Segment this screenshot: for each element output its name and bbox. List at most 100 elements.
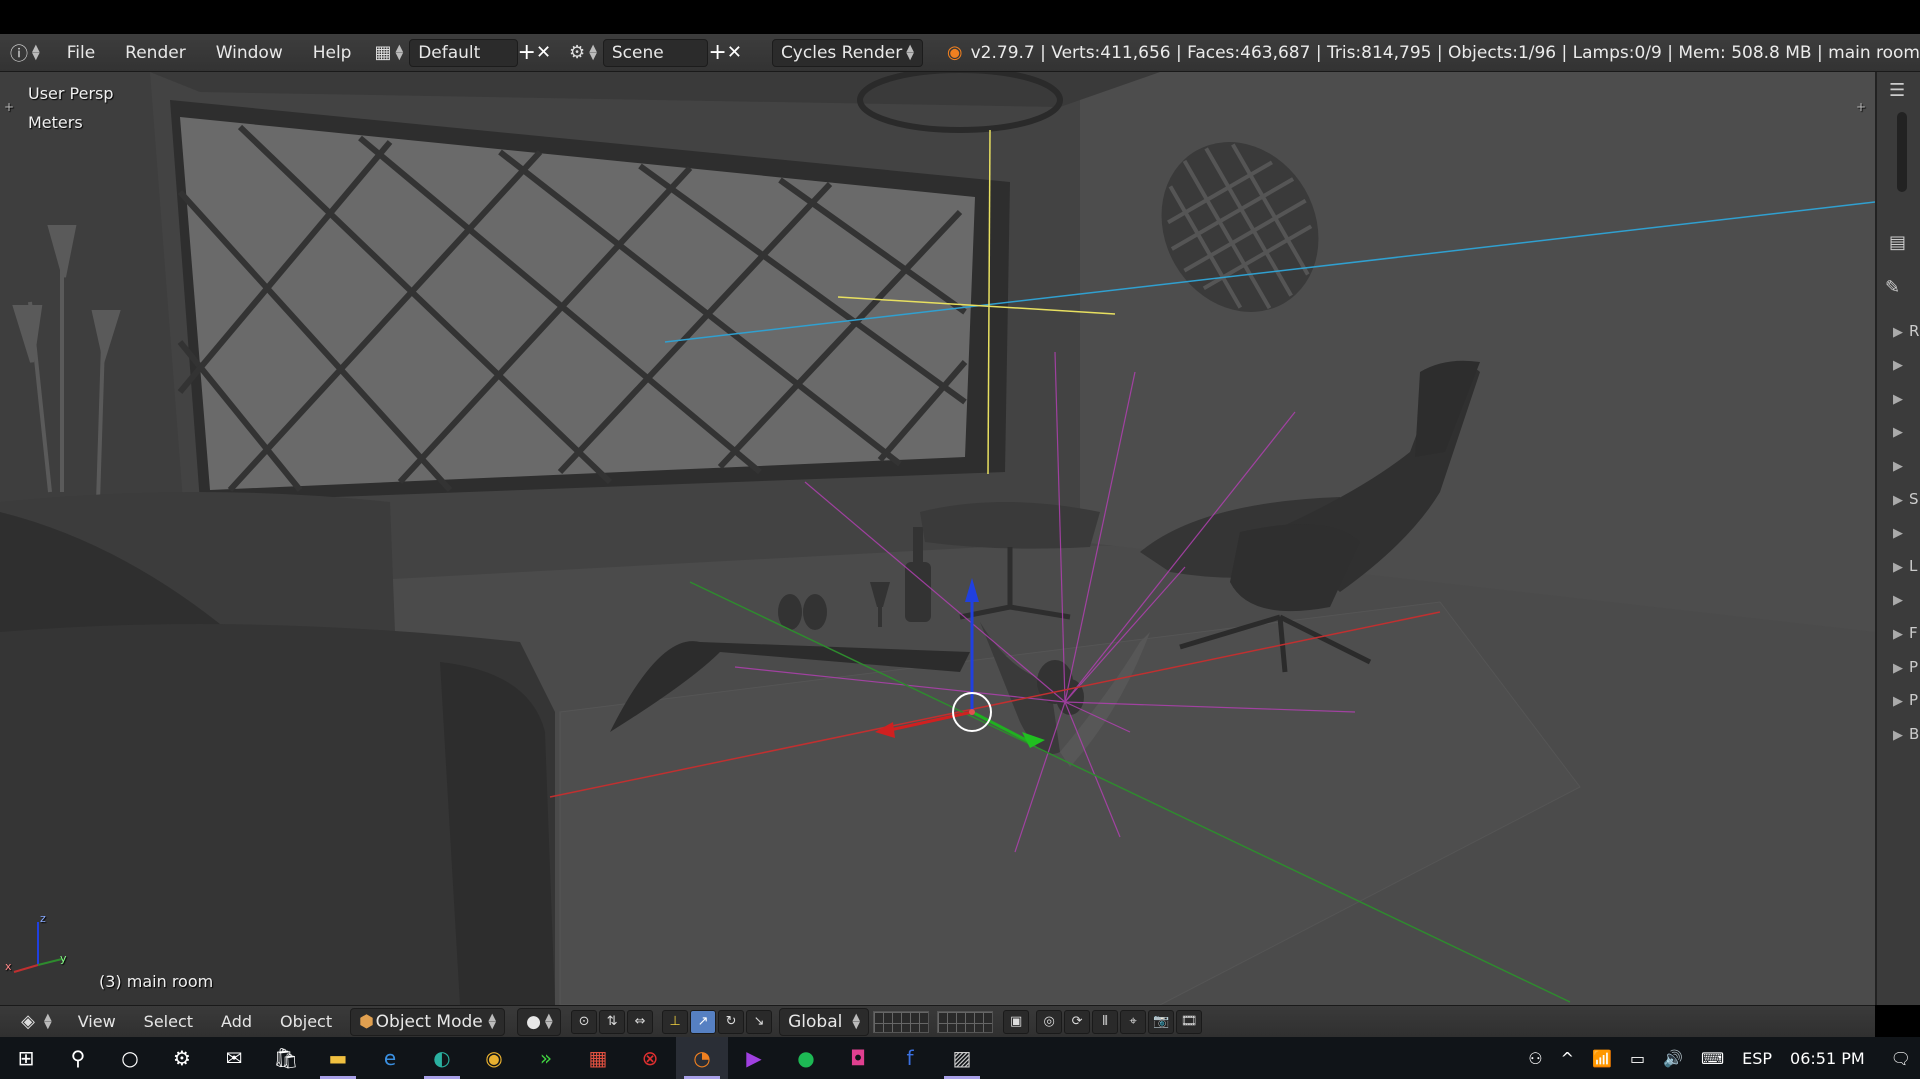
proportional-edit-icon[interactable]: ◎	[1036, 1009, 1063, 1034]
render-opengl-icon[interactable]: 📷	[1148, 1009, 1175, 1034]
pivot-arrows-icon[interactable]: ⇅	[599, 1009, 626, 1034]
app-grid-icon[interactable]: ▦	[572, 1037, 624, 1079]
volume-icon[interactable]: 🔊	[1654, 1049, 1692, 1068]
rotate-manipulator-icon[interactable]: ↻	[718, 1009, 745, 1034]
screen-layout-icon[interactable]: ▦	[374, 41, 391, 65]
snap-target-icon[interactable]: ⌖	[1120, 1009, 1147, 1034]
delete-scene-button[interactable]: ✕	[727, 40, 742, 66]
panel-row-11[interactable]: ▶ P	[1893, 658, 1918, 676]
blender-taskbar-icon[interactable]: ◔	[676, 1037, 728, 1079]
panel-row-4[interactable]: ▶	[1893, 422, 1909, 440]
photos-icon[interactable]: ▨	[936, 1037, 988, 1079]
settings-icon[interactable]: ⚙	[156, 1037, 208, 1079]
battery-icon[interactable]: ▭	[1621, 1049, 1654, 1068]
snap-element-icon[interactable]: ⫴	[1092, 1009, 1119, 1034]
panel-scrollbar[interactable]	[1897, 112, 1907, 192]
menu-window[interactable]: Window	[201, 43, 298, 63]
menu-file[interactable]: File	[52, 43, 110, 63]
transform-orientation-dropdown[interactable]: Global ▲ ▼	[779, 1007, 870, 1036]
translate-manipulator-icon[interactable]: ↗	[690, 1009, 717, 1034]
network-icon[interactable]: 📶	[1583, 1049, 1621, 1068]
interaction-mode-dropdown[interactable]: ⬢ Object Mode ▲ ▼	[350, 1007, 506, 1036]
panel-settings-icon[interactable]: ▤	[1889, 232, 1906, 253]
lock-layers-icon[interactable]: ▣	[1003, 1009, 1030, 1034]
panel-row-10[interactable]: ▶ F	[1893, 624, 1918, 642]
active-object-label: (3) main room	[99, 972, 214, 991]
instagram-icon[interactable]: ◘	[832, 1037, 884, 1079]
scene-dropdown[interactable]: Scene	[602, 38, 709, 67]
menu-help[interactable]: Help	[298, 43, 367, 63]
panel-row-13[interactable]: ▶ B	[1893, 725, 1919, 743]
app-purple-icon[interactable]: ▶	[728, 1037, 780, 1079]
delete-layout-button[interactable]: ✕	[536, 40, 551, 66]
panel-row-5[interactable]: ▶	[1893, 456, 1909, 474]
3d-viewport[interactable]: User Persp Meters (3) main room z y x + …	[0, 72, 1875, 1005]
panel-row-8[interactable]: ▶ L	[1893, 557, 1917, 575]
file-explorer-icon[interactable]: ▬	[312, 1037, 364, 1079]
menu-select[interactable]: Select	[130, 1012, 207, 1031]
language-indicator[interactable]: ESP	[1733, 1049, 1781, 1068]
add-layout-button[interactable]: +	[518, 40, 536, 66]
cortana-icon[interactable]: ○	[104, 1037, 156, 1079]
manipulator-axes-icon[interactable]: ⊥	[662, 1009, 689, 1034]
scene-layers-grid-2[interactable]	[937, 1010, 994, 1033]
axis-z-label: z	[40, 912, 46, 925]
spotify-icon[interactable]: ●	[780, 1037, 832, 1079]
mail-icon[interactable]: ✉	[208, 1037, 260, 1079]
store-icon[interactable]: 🛍	[260, 1037, 312, 1079]
menu-render[interactable]: Render	[110, 43, 201, 63]
editor-type-icon[interactable]: ◈	[16, 1010, 40, 1034]
orientation-arrows-icon: ▲ ▼	[852, 1011, 861, 1031]
viewport-shading-dropdown[interactable]: ● ▲ ▼	[517, 1007, 562, 1036]
screen-layout-dropdown[interactable]: Default	[409, 38, 518, 67]
search-icon[interactable]: ⚲	[52, 1037, 104, 1079]
snap-toggle-icon[interactable]: ⟳	[1064, 1009, 1091, 1034]
editor-type-arrows-icon[interactable]: ▲ ▼	[44, 1012, 52, 1030]
scene-arrows-icon[interactable]: ▲ ▼	[589, 43, 597, 61]
scene-icon[interactable]: ⚙	[569, 41, 585, 65]
panel-row-6[interactable]: ▶ S	[1893, 490, 1919, 508]
panel-row-2[interactable]: ▶	[1893, 355, 1909, 373]
toolshelf-toggle-icon[interactable]: +	[4, 100, 14, 114]
render-animation-icon[interactable]: 🎞	[1176, 1009, 1203, 1034]
render-engine-dropdown[interactable]: Cycles Render ▲ ▼	[771, 38, 923, 67]
start-menu-icon[interactable]: ⊞	[0, 1037, 52, 1079]
app-record-icon[interactable]: ⊗	[624, 1037, 676, 1079]
keyboard-icon[interactable]: ⌨	[1692, 1049, 1733, 1068]
editor-type-arrows-icon[interactable]: ▲ ▼	[32, 43, 40, 61]
windows-taskbar: ⊞ ⚲ ○ ⚙ ✉ 🛍 ▬ e ◐ ◉ » ▦ ⊗ ◔ ▶ ● ◘ f ▨ ⚇ …	[0, 1037, 1920, 1079]
clock[interactable]: 06:51 PM	[1781, 1049, 1874, 1068]
interaction-mode-arrows-icon: ▲ ▼	[488, 1011, 497, 1031]
panel-row-3[interactable]: ▶	[1893, 389, 1909, 407]
people-icon[interactable]: ⚇	[1519, 1049, 1551, 1068]
panel-row-9[interactable]: ▶	[1893, 590, 1909, 608]
edge-icon[interactable]: e	[364, 1037, 416, 1079]
notifications-icon[interactable]: 🗨	[1882, 1049, 1920, 1068]
tools-icon[interactable]: ✎	[1885, 277, 1900, 298]
properties-panel[interactable]: ☰ ▤ ✎ ▶ R ▶ ▶ ▶ ▶ ▶ S ▶ ▶ L ▶ ▶ F ▶ P ▶ P ▶ B	[1875, 72, 1920, 1005]
pivot-point-icon[interactable]: ⊙	[571, 1009, 598, 1034]
panel-row-7[interactable]: ▶	[1893, 523, 1909, 541]
facebook-icon[interactable]: f	[884, 1037, 936, 1079]
outliner-icon[interactable]: ☰	[1889, 80, 1905, 101]
panel-row-12[interactable]: ▶ P	[1893, 691, 1918, 709]
screen-layout-arrows-icon[interactable]: ▲ ▼	[396, 43, 404, 61]
add-scene-button[interactable]: +	[708, 40, 726, 66]
chrome-icon[interactable]: ◉	[468, 1037, 520, 1079]
properties-toggle-icon[interactable]: +	[1856, 100, 1866, 114]
menu-view[interactable]: View	[64, 1012, 130, 1031]
app-arrows-icon[interactable]: »	[520, 1037, 572, 1079]
show-hidden-icons-icon[interactable]: ^	[1552, 1049, 1583, 1068]
scale-manipulator-icon[interactable]: ↘	[746, 1009, 773, 1034]
transform-orientation-label: Global	[788, 1011, 843, 1032]
info-editor-icon[interactable]: ⓘ	[10, 41, 28, 65]
manipulator-toggle-icon[interactable]: ⇔	[627, 1009, 654, 1034]
menu-object[interactable]: Object	[266, 1012, 346, 1031]
panel-row-1[interactable]: ▶ R	[1893, 322, 1919, 340]
scene-statistics: v2.79.7 | Verts:411,656 | Faces:463,687 …	[970, 42, 1920, 63]
menu-add[interactable]: Add	[207, 1012, 266, 1031]
scene-layers-grid-1[interactable]	[873, 1010, 930, 1033]
edge-chromium-icon[interactable]: ◐	[416, 1037, 468, 1079]
units-label: Meters	[28, 113, 83, 132]
viewport-header: ◈ ▲ ▼ View Select Add Object ⬢ Object Mod…	[0, 1005, 1875, 1037]
